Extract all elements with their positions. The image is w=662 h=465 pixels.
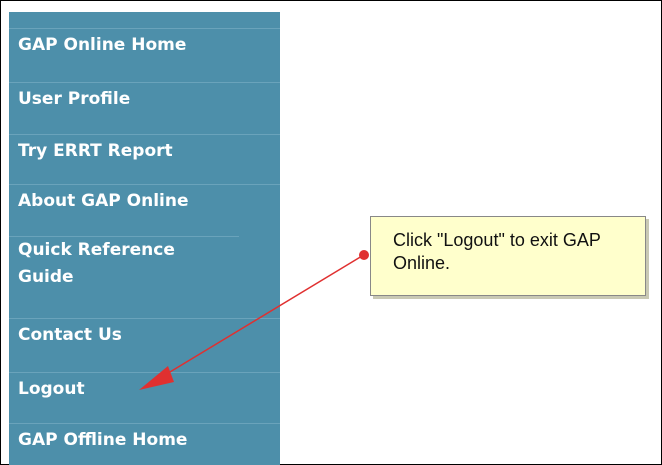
callout-text: Click "Logout" to exit GAP Online.: [393, 230, 601, 273]
sidebar-item-try-errt-report[interactable]: Try ERRT Report: [9, 134, 280, 167]
sidebar-item-label: User Profile: [18, 89, 131, 109]
sidebar-item-label: About GAP Online: [18, 191, 189, 211]
sidebar-item-quick-reference-guide[interactable]: Quick Reference Guide: [9, 236, 239, 291]
sidebar-nav: GAP Online Home User Profile Try ERRT Re…: [9, 12, 280, 465]
sidebar-item-label: Try ERRT Report: [18, 141, 173, 161]
sidebar-item-gap-offline-home[interactable]: GAP Offline Home: [9, 423, 280, 456]
sidebar-item-about-gap-online[interactable]: About GAP Online: [9, 184, 280, 217]
sidebar-item-label: GAP Offline Home: [18, 430, 188, 450]
sidebar-item-user-profile[interactable]: User Profile: [9, 82, 280, 115]
sidebar-item-logout[interactable]: Logout: [9, 372, 280, 405]
sidebar-item-gap-online-home[interactable]: GAP Online Home: [9, 28, 280, 61]
sidebar-item-label: Quick Reference Guide: [18, 240, 175, 287]
sidebar-item-label: Logout: [18, 379, 85, 399]
sidebar-item-label: Contact Us: [18, 325, 122, 345]
callout-tooltip: Click "Logout" to exit GAP Online.: [370, 216, 646, 296]
sidebar-item-label: GAP Online Home: [18, 35, 187, 55]
sidebar-item-contact-us[interactable]: Contact Us: [9, 318, 280, 351]
